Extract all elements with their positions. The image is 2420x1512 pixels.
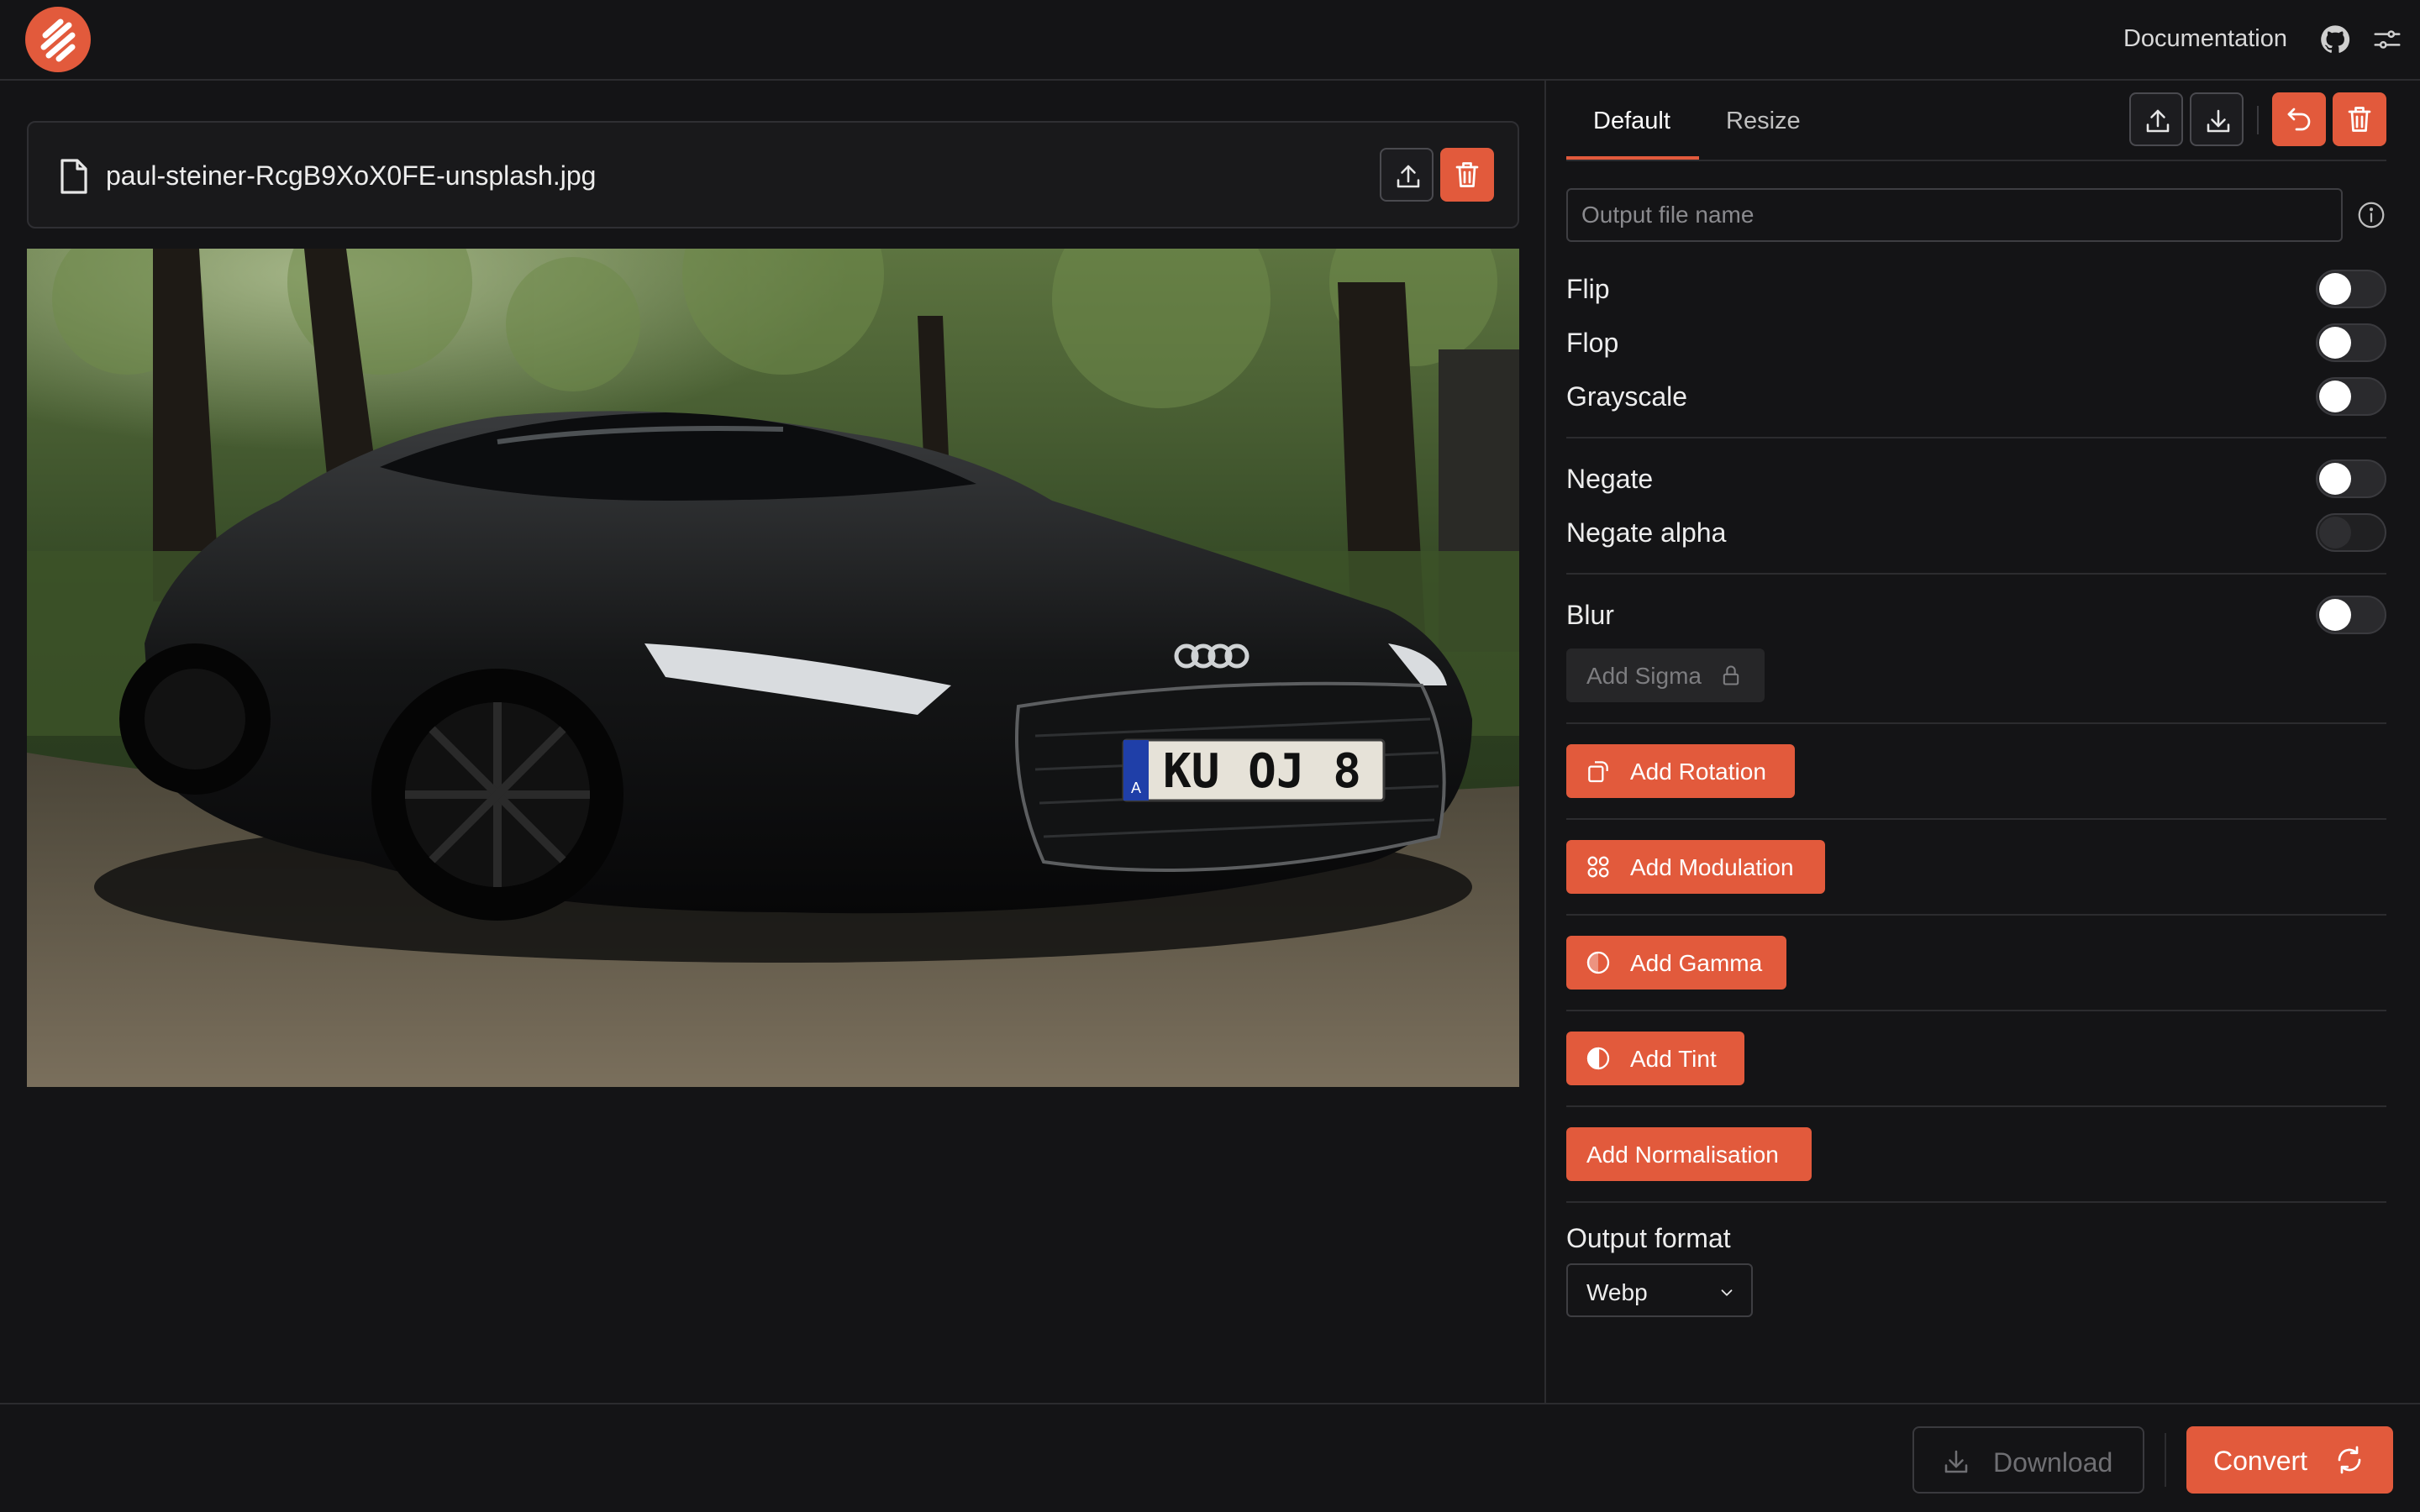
convert-label: Convert <box>2213 1446 2308 1476</box>
add-normalisation-label: Add Normalisation <box>1586 1142 1779 1168</box>
add-gamma-label: Add Gamma <box>1630 950 1763 976</box>
trash-icon <box>1455 162 1479 187</box>
github-icon[interactable] <box>2319 24 2351 55</box>
active-tab-indicator <box>1566 156 1699 160</box>
section-divider <box>1566 914 2386 916</box>
output-format-select[interactable]: Webp <box>1566 1263 1753 1317</box>
remove-file-button[interactable] <box>1440 148 1494 202</box>
file-name: paul-steiner-RcgB9XoX0FE-unsplash.jpg <box>106 160 597 191</box>
footer-separator <box>2165 1433 2166 1487</box>
flop-label: Flop <box>1566 328 1619 358</box>
tab-resize[interactable]: Resize <box>1726 108 1801 135</box>
add-modulation-label: Add Modulation <box>1630 854 1794 880</box>
output-format-label: Output format <box>1566 1223 1731 1253</box>
output-file-name-input[interactable] <box>1566 188 2343 242</box>
lock-icon <box>1723 665 1739 685</box>
add-rotation-button[interactable]: Add Rotation <box>1566 744 1795 798</box>
flip-toggle[interactable] <box>2316 270 2386 308</box>
import-settings-button[interactable] <box>2129 92 2183 146</box>
negate-alpha-label: Negate alpha <box>1566 517 1727 548</box>
export-settings-button[interactable] <box>2190 92 2244 146</box>
add-normalisation-button[interactable]: Add Normalisation <box>1566 1127 1812 1181</box>
add-modulation-button[interactable]: Add Modulation <box>1566 840 1825 894</box>
undo-icon <box>2287 108 2311 131</box>
chevron-down-icon <box>1721 1289 1733 1296</box>
blur-label: Blur <box>1566 600 1614 630</box>
add-gamma-button[interactable]: Add Gamma <box>1566 936 1786 990</box>
logo-icon[interactable] <box>25 7 91 72</box>
license-plate-text: KU OJ 8 <box>1163 744 1361 799</box>
replace-file-button[interactable] <box>1380 148 1434 202</box>
info-icon[interactable] <box>2356 200 2386 230</box>
settings-tabs: Default Resize <box>1566 81 2386 161</box>
add-tint-label: Add Tint <box>1630 1046 1717 1072</box>
gamma-icon <box>1586 951 1610 974</box>
add-tint-button[interactable]: Add Tint <box>1566 1032 1744 1085</box>
flop-toggle[interactable] <box>2316 323 2386 362</box>
convert-button[interactable]: Convert <box>2186 1426 2393 1494</box>
negate-label: Negate <box>1566 464 1654 494</box>
refresh-icon <box>2338 1446 2361 1474</box>
app-header: Documentation <box>0 0 2420 81</box>
download-icon <box>2207 109 2230 133</box>
grayscale-toggle[interactable] <box>2316 377 2386 416</box>
flip-label: Flip <box>1566 274 1610 304</box>
file-icon <box>57 158 91 195</box>
modulation-icon <box>1587 856 1609 878</box>
plate-country: A <box>1131 780 1141 796</box>
grayscale-label: Grayscale <box>1566 381 1688 412</box>
negate-toggle[interactable] <box>2316 459 2386 498</box>
clear-settings-button[interactable] <box>2333 92 2386 146</box>
section-divider <box>1566 1010 2386 1011</box>
add-sigma-label: Add Sigma <box>1586 663 1702 689</box>
upload-icon <box>2146 109 2170 133</box>
negate-alpha-toggle[interactable] <box>2316 513 2386 552</box>
section-divider <box>1566 437 2386 438</box>
file-card: paul-steiner-RcgB9XoX0FE-unsplash.jpg <box>27 121 1519 228</box>
blur-toggle[interactable] <box>2316 596 2386 634</box>
footer-bar: Download Convert <box>0 1403 2420 1512</box>
documentation-link[interactable]: Documentation <box>2123 25 2287 53</box>
output-format-value: Webp <box>1586 1279 1648 1305</box>
toolbar-separator <box>2257 106 2259 134</box>
image-preview: A KU OJ 8 <box>27 249 1519 1087</box>
tab-default[interactable]: Default <box>1593 108 1670 135</box>
section-divider <box>1566 722 2386 724</box>
settings-sliders-icon[interactable] <box>2371 24 2403 55</box>
section-divider <box>1566 1201 2386 1203</box>
trash-icon <box>2348 107 2371 132</box>
download-button[interactable]: Download <box>1912 1426 2144 1494</box>
add-rotation-label: Add Rotation <box>1630 759 1766 785</box>
reset-settings-button[interactable] <box>2272 92 2326 146</box>
upload-icon <box>1397 165 1420 188</box>
contrast-icon <box>1586 1047 1610 1070</box>
add-sigma-button[interactable]: Add Sigma <box>1566 648 1765 702</box>
section-divider <box>1566 1105 2386 1107</box>
rotate-icon <box>1588 761 1608 783</box>
section-divider <box>1566 818 2386 820</box>
panel-divider <box>1544 81 1546 1403</box>
download-icon <box>1944 1450 1968 1473</box>
download-label: Download <box>1993 1447 2113 1478</box>
section-divider <box>1566 573 2386 575</box>
